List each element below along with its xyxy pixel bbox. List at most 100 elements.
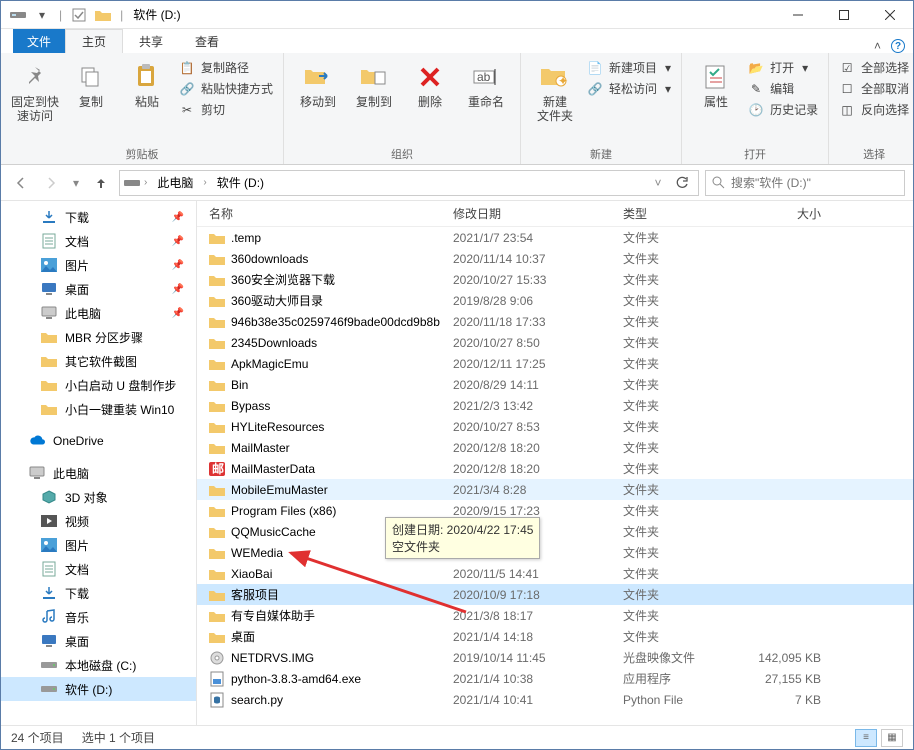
cut-button[interactable]: ✂剪切 [179, 101, 273, 118]
maximize-button[interactable] [821, 1, 867, 29]
file-row[interactable]: MobileEmuMaster2021/3/4 8:28文件夹 [197, 479, 913, 500]
ribbon-collapse-icon[interactable]: ˄ [874, 39, 881, 53]
minimize-button[interactable] [775, 1, 821, 29]
up-button[interactable] [89, 171, 113, 195]
nav-item[interactable]: 图片📌 [1, 253, 196, 277]
nav-item[interactable]: 此电脑📌 [1, 301, 196, 325]
search-box[interactable] [705, 170, 905, 196]
nav-item[interactable]: 软件 (D:) [1, 677, 196, 701]
breadcrumb[interactable]: › 此电脑 › 软件 (D:) ˅ [119, 170, 699, 196]
file-row[interactable]: 360驱动大师目录2019/8/28 9:06文件夹 [197, 290, 913, 311]
new-item-button[interactable]: 📄新建项目▾ [587, 59, 671, 76]
move-to-button[interactable]: 移动到 [294, 57, 342, 109]
copy-button[interactable]: 复制 [67, 57, 115, 109]
file-row[interactable]: ApkMagicEmu2020/12/11 17:25文件夹 [197, 353, 913, 374]
invert-selection-button[interactable]: ◫反向选择 [839, 101, 909, 118]
col-size[interactable]: 大小 [721, 205, 841, 222]
svg-text:邮: 邮 [212, 462, 224, 476]
delete-button[interactable]: 删除 [406, 57, 454, 109]
crumb-dropdown[interactable]: ˅ [646, 171, 670, 195]
search-input[interactable] [731, 176, 898, 190]
open-button[interactable]: 📂打开▾ [748, 59, 818, 76]
nav-item[interactable]: 此电脑 [1, 461, 196, 485]
crumb-this-pc[interactable]: 此电脑 [151, 172, 199, 193]
back-button[interactable] [9, 171, 33, 195]
file-row[interactable]: search.py2021/1/4 10:41Python File7 KB [197, 689, 913, 710]
view-icons-button[interactable]: ▦ [881, 729, 903, 747]
file-row[interactable]: Bypass2021/2/3 13:42文件夹 [197, 395, 913, 416]
nav-item[interactable]: 小白启动 U 盘制作步 [1, 373, 196, 397]
col-date[interactable]: 修改日期 [453, 205, 623, 222]
tab-view[interactable]: 查看 [179, 29, 235, 53]
file-row[interactable]: NETDRVS.IMG2019/10/14 11:45光盘映像文件142,095… [197, 647, 913, 668]
file-date: 2021/2/3 13:42 [453, 399, 623, 413]
tab-home[interactable]: 主页 [65, 29, 123, 53]
music-icon [41, 609, 57, 625]
nav-item[interactable]: 下载📌 [1, 205, 196, 229]
qat-checkbox-icon[interactable] [68, 4, 90, 26]
file-row[interactable]: 邮MailMasterData2020/12/8 18:20文件夹 [197, 458, 913, 479]
file-row[interactable]: XiaoBai2020/11/5 14:41文件夹 [197, 563, 913, 584]
file-row[interactable]: HYLiteResources2020/10/27 8:53文件夹 [197, 416, 913, 437]
qat-dropdown[interactable]: ▾ [31, 4, 53, 26]
nav-item[interactable]: MBR 分区步骤 [1, 325, 196, 349]
select-all-button[interactable]: ☑全部选择 [839, 59, 909, 76]
nav-item[interactable]: 桌面📌 [1, 277, 196, 301]
file-row[interactable]: QQMusicCache2020/8/12 9:14文件夹 [197, 521, 913, 542]
help-icon[interactable]: ? [891, 39, 905, 53]
properties-button[interactable]: 属性 [692, 57, 740, 109]
file-row[interactable]: Bin2020/8/29 14:11文件夹 [197, 374, 913, 395]
file-name: HYLiteResources [231, 420, 324, 434]
crumb-drive[interactable]: 软件 (D:) [211, 172, 270, 193]
file-date: 2020/12/11 17:25 [453, 357, 623, 371]
nav-item[interactable]: 小白一键重装 Win10 [1, 397, 196, 421]
file-row[interactable]: 360downloads2020/11/14 10:37文件夹 [197, 248, 913, 269]
file-row[interactable]: Program Files (x86)2020/9/15 17:23文件夹 [197, 500, 913, 521]
file-row[interactable]: MailMaster2020/12/8 18:20文件夹 [197, 437, 913, 458]
history-button[interactable]: 🕑历史记录 [748, 101, 818, 118]
new-folder-button[interactable]: ✦新建 文件夹 [531, 57, 579, 124]
nav-item[interactable]: 图片 [1, 533, 196, 557]
tab-share[interactable]: 共享 [123, 29, 179, 53]
nav-item[interactable]: 视频 [1, 509, 196, 533]
nav-item[interactable]: 本地磁盘 (C:) [1, 653, 196, 677]
file-row[interactable]: 360安全浏览器下载2020/10/27 15:33文件夹 [197, 269, 913, 290]
nav-item[interactable]: 文档📌 [1, 229, 196, 253]
file-tab[interactable]: 文件 [13, 29, 65, 53]
file-list[interactable]: 创建日期: 2020/4/22 17:45 空文件夹 .temp2021/1/7… [197, 227, 913, 725]
copy-to-button[interactable]: 复制到 [350, 57, 398, 109]
paste-button[interactable]: 粘贴 [123, 57, 171, 109]
nav-item[interactable]: OneDrive [1, 429, 196, 453]
paste-shortcut-button[interactable]: 🔗粘贴快捷方式 [179, 80, 273, 97]
select-none-button[interactable]: ☐全部取消 [839, 80, 909, 97]
copy-path-button[interactable]: 📋复制路径 [179, 59, 273, 76]
nav-item[interactable]: 下载 [1, 581, 196, 605]
file-row[interactable]: python-3.8.3-amd64.exe2021/1/4 10:38应用程序… [197, 668, 913, 689]
rename-button[interactable]: ab重命名 [462, 57, 510, 109]
nav-item[interactable]: 音乐 [1, 605, 196, 629]
ribbon-group-clipboard: 固定到快 速访问 复制 粘贴 📋复制路径 🔗粘贴快捷方式 ✂剪切 剪贴板 [1, 53, 284, 164]
nav-item[interactable]: 文档 [1, 557, 196, 581]
easy-access-button[interactable]: 🔗轻松访问▾ [587, 80, 671, 97]
pin-quickaccess-button[interactable]: 固定到快 速访问 [11, 57, 59, 124]
nav-item[interactable]: 桌面 [1, 629, 196, 653]
nav-item[interactable]: 其它软件截图 [1, 349, 196, 373]
edit-button[interactable]: ✎编辑 [748, 80, 818, 97]
col-name[interactable]: 名称 [197, 205, 453, 222]
file-row[interactable]: 客服项目2020/10/9 17:18文件夹 [197, 584, 913, 605]
recent-button[interactable]: ▾ [69, 171, 83, 195]
view-details-button[interactable]: ≡ [855, 729, 877, 747]
file-row[interactable]: 有专自媒体助手2021/3/8 18:17文件夹 [197, 605, 913, 626]
refresh-button[interactable] [670, 171, 694, 195]
navigation-pane[interactable]: 下载📌文档📌图片📌桌面📌此电脑📌MBR 分区步骤其它软件截图小白启动 U 盘制作… [1, 201, 197, 725]
close-button[interactable] [867, 1, 913, 29]
col-type[interactable]: 类型 [623, 205, 721, 222]
file-row[interactable]: 2345Downloads2020/10/27 8:50文件夹 [197, 332, 913, 353]
file-row[interactable]: 946b38e35c0259746f9bade00dcd9b8b2020/11/… [197, 311, 913, 332]
file-row[interactable]: 桌面2021/1/4 14:18文件夹 [197, 626, 913, 647]
forward-button[interactable] [39, 171, 63, 195]
file-row[interactable]: WEMedia2020/8/12 9:17文件夹 [197, 542, 913, 563]
file-row[interactable]: .temp2021/1/7 23:54文件夹 [197, 227, 913, 248]
nav-label: 桌面 [65, 633, 89, 650]
nav-item[interactable]: 3D 对象 [1, 485, 196, 509]
